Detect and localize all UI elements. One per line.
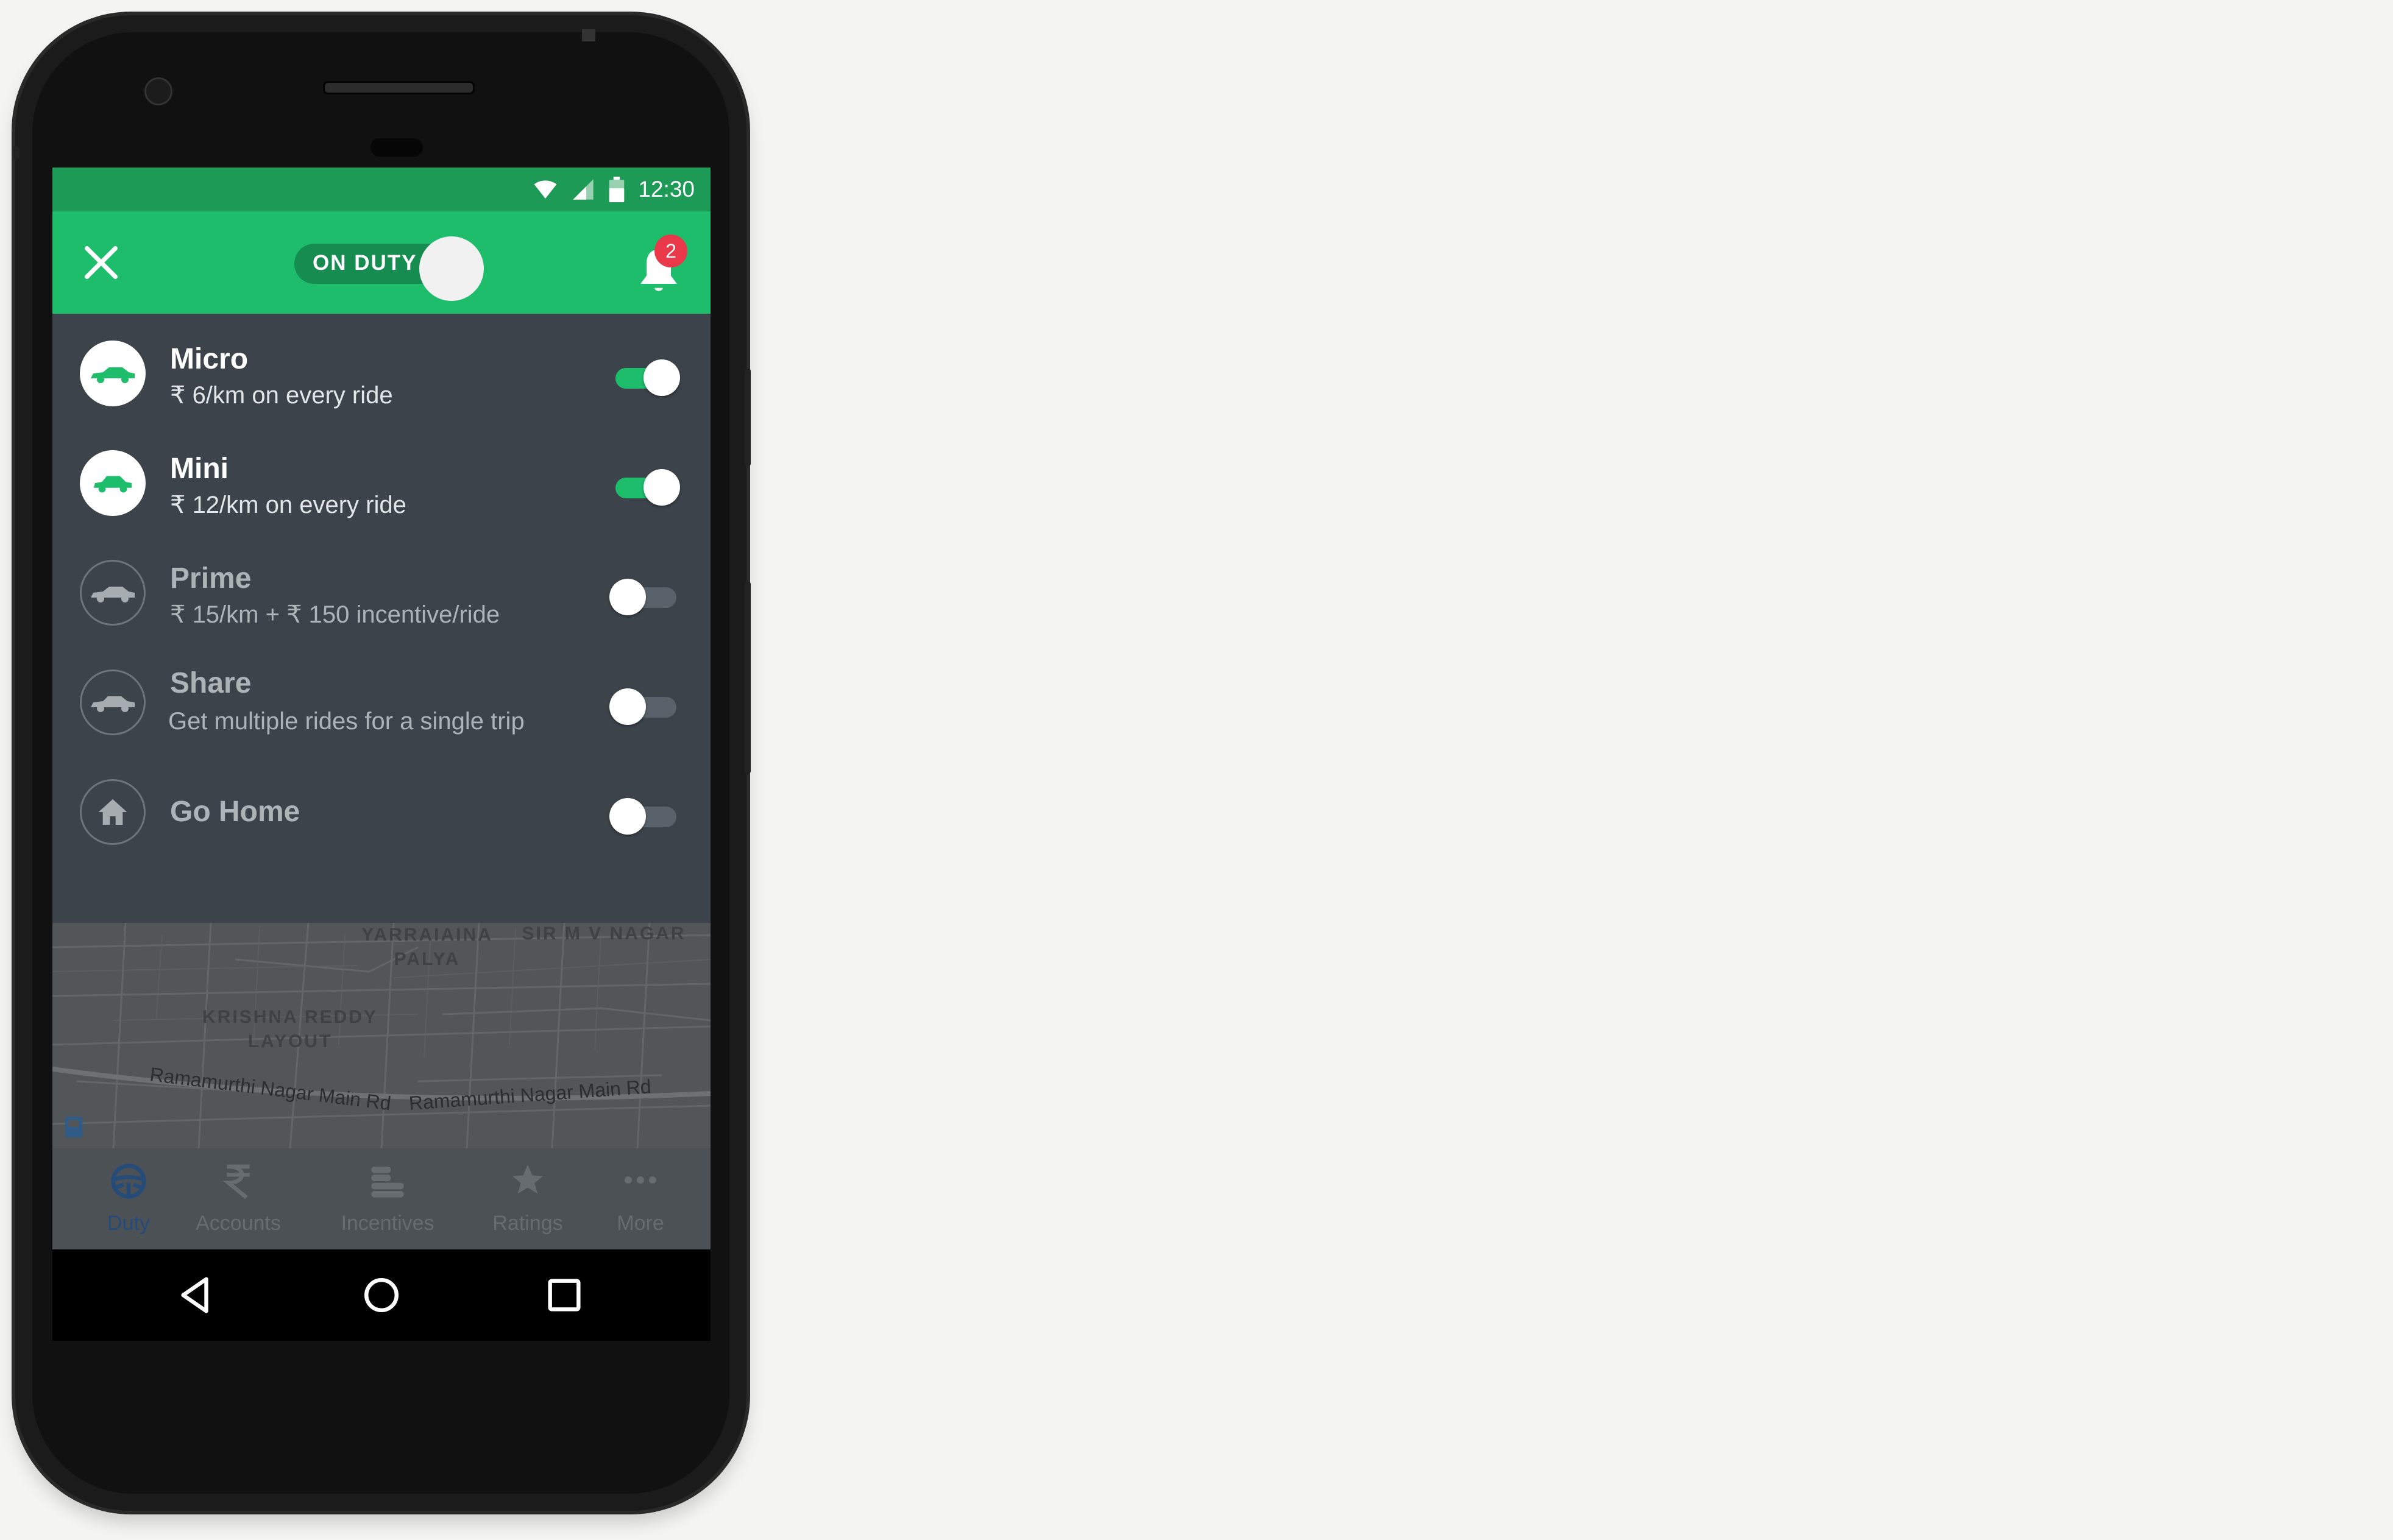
sedan-car-icon bbox=[91, 587, 135, 602]
category-detail: Get multiple rides for a single trip bbox=[168, 708, 525, 735]
star-icon bbox=[512, 1165, 543, 1194]
status-time: 12:30 bbox=[638, 177, 695, 202]
category-name: Mini bbox=[170, 453, 229, 485]
toggle-prime[interactable] bbox=[609, 577, 680, 617]
nav-label: Ratings bbox=[492, 1212, 563, 1235]
nav-accounts[interactable]: Accounts bbox=[174, 1148, 302, 1249]
category-name: Go Home bbox=[170, 796, 300, 828]
switch-knob bbox=[643, 469, 680, 506]
category-icon-circle bbox=[80, 450, 146, 516]
nav-label: Duty bbox=[107, 1212, 150, 1235]
duty-toggle-label: ON DUTY bbox=[313, 251, 417, 275]
category-icon-circle bbox=[80, 560, 146, 626]
list-item-go-home: Go Home bbox=[52, 761, 711, 859]
category-icon-circle bbox=[80, 779, 146, 845]
hatchback-car-icon bbox=[93, 476, 132, 493]
map-area-label: SIR M V NAGAR bbox=[522, 924, 686, 944]
duty-toggle[interactable]: ON DUTY bbox=[294, 236, 486, 301]
switch-knob bbox=[609, 798, 646, 835]
volume-button bbox=[745, 582, 751, 774]
power-button bbox=[745, 369, 751, 466]
category-detail: ₹ 12/km on every ride bbox=[170, 492, 406, 518]
nav-ratings[interactable]: Ratings bbox=[473, 1148, 583, 1249]
nav-label: More bbox=[617, 1212, 664, 1235]
nav-incentives[interactable]: Incentives bbox=[314, 1148, 461, 1249]
category-list: Micro ₹ 6/km on every ride Mini ₹ 12/km … bbox=[52, 314, 711, 923]
category-name: Micro bbox=[170, 343, 249, 375]
system-navigation-bar bbox=[52, 1249, 711, 1341]
status-bar: 12:30 bbox=[52, 168, 711, 211]
toggle-share[interactable] bbox=[609, 687, 680, 727]
notification-badge: 2 bbox=[654, 235, 687, 267]
rupee-icon bbox=[223, 1164, 250, 1199]
map-view[interactable]: YARRAIAINA PALYA SIR M V NAGAR KRISHNA R… bbox=[52, 923, 711, 1148]
nav-label: Incentives bbox=[341, 1212, 434, 1235]
proximity-sensor bbox=[370, 138, 423, 157]
left-side-button bbox=[13, 146, 19, 160]
category-detail: ₹ 6/km on every ride bbox=[170, 382, 393, 409]
switch-knob bbox=[643, 359, 680, 396]
more-dots-icon bbox=[625, 1176, 656, 1184]
app-bar: ON DUTY 2 bbox=[52, 211, 711, 314]
switch-knob bbox=[609, 688, 646, 725]
category-detail: ₹ 15/km + ₹ 150 incentive/ride bbox=[170, 601, 500, 628]
phone-top-port bbox=[582, 29, 595, 41]
wifi-icon bbox=[534, 180, 557, 199]
battery-icon bbox=[609, 177, 625, 202]
switch-knob bbox=[609, 579, 646, 615]
earpiece-speaker bbox=[323, 81, 475, 94]
sedan-car-icon bbox=[91, 367, 135, 383]
nav-more[interactable]: More bbox=[595, 1148, 686, 1249]
recents-icon[interactable] bbox=[543, 1274, 586, 1316]
home-icon bbox=[98, 799, 127, 825]
category-icon-circle bbox=[80, 341, 146, 406]
back-icon[interactable] bbox=[174, 1274, 217, 1316]
bottom-navigation: Duty Accounts Incentives Ratings More bbox=[52, 1148, 711, 1249]
toggle-mini[interactable] bbox=[612, 467, 680, 507]
list-item-prime: Prime ₹ 15/km + ₹ 150 incentive/ride bbox=[52, 542, 711, 640]
front-camera bbox=[144, 77, 172, 105]
car-icon bbox=[91, 696, 135, 712]
duty-toggle-knob bbox=[419, 236, 484, 301]
list-item-mini: Mini ₹ 12/km on every ride bbox=[52, 433, 711, 530]
nav-label: Accounts bbox=[196, 1212, 281, 1235]
map-area-label: KRISHNA REDDY LAYOUT bbox=[202, 1007, 378, 1051]
toggle-micro[interactable] bbox=[612, 358, 680, 398]
toggle-go-home[interactable] bbox=[609, 796, 680, 836]
coins-icon bbox=[371, 1167, 404, 1198]
app-screen: 12:30 ON DUTY 2 Micro ₹ 6/km on every ri… bbox=[52, 168, 711, 1249]
category-icon-circle bbox=[80, 669, 146, 735]
nav-duty[interactable]: Duty bbox=[83, 1148, 174, 1249]
map-area-label: YARRAIAINA PALYA bbox=[361, 925, 493, 969]
bus-stop-icon bbox=[65, 1117, 83, 1137]
signal-icon bbox=[573, 179, 594, 200]
category-name: Share bbox=[170, 667, 252, 699]
home-button-icon[interactable] bbox=[360, 1274, 403, 1316]
list-item-micro: Micro ₹ 6/km on every ride bbox=[52, 323, 711, 420]
list-item-share: Share Get multiple rides for a single tr… bbox=[52, 652, 711, 749]
steering-wheel-icon bbox=[111, 1164, 146, 1199]
close-icon[interactable] bbox=[77, 238, 126, 287]
category-name: Prime bbox=[170, 562, 252, 595]
